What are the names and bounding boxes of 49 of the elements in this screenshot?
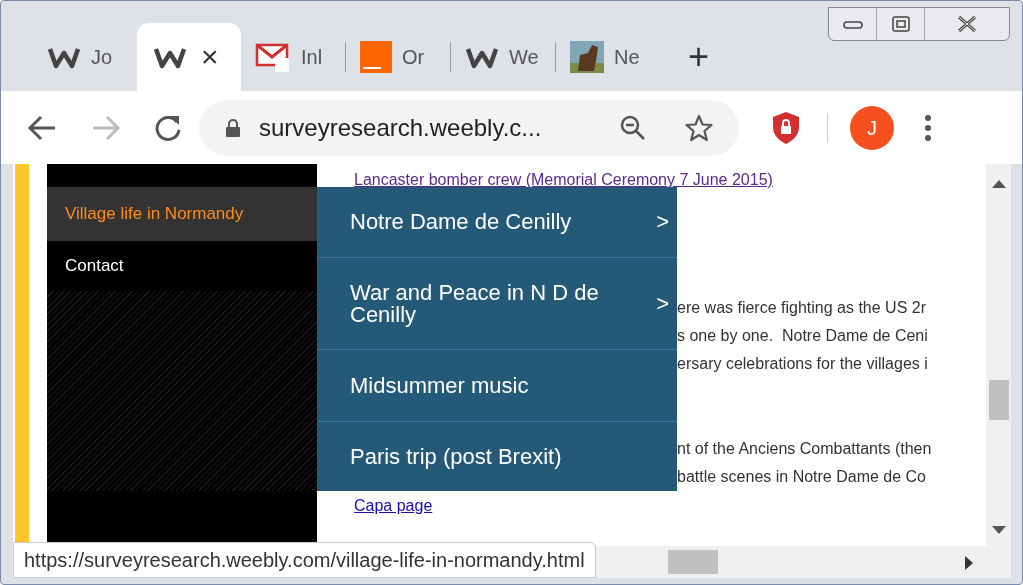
shield-icon[interactable]: [771, 110, 801, 145]
body-text: ere was fierce fighting as the US 2r: [677, 298, 927, 318]
w-logo-icon: [153, 45, 187, 69]
menu-item[interactable]: Notre Dame de Cenilly >: [317, 187, 677, 257]
browser-tab[interactable]: Inl: [241, 23, 345, 91]
close-icon: [956, 15, 978, 33]
browser-tab[interactable]: Ne: [556, 23, 660, 91]
browser-tab[interactable]: Jo: [33, 23, 137, 91]
menu-item[interactable]: War and Peace in N D de Cenilly >: [317, 257, 677, 349]
tab-title: We: [509, 45, 539, 70]
scroll-down-icon[interactable]: [991, 526, 1006, 534]
address-bar[interactable]: surveyresearch.weebly.c...: [199, 99, 739, 156]
dog-photo-icon: [570, 41, 604, 73]
body-text: s one by one. Notre Dame de Ceni: [677, 326, 928, 346]
minimize-icon: [842, 19, 863, 29]
zoom-out-icon[interactable]: [619, 113, 647, 142]
page-link[interactable]: Capa page: [354, 494, 433, 518]
status-tooltip: https://surveyresearch.weebly.com/village-life-in-normandy.html: [13, 542, 596, 578]
body-text: battle scenes in Notre Dame de Co: [677, 467, 927, 487]
tab-title: Jo: [91, 45, 113, 70]
tab-title: Inl: [301, 45, 323, 70]
menu-item[interactable]: Midsummer music: [317, 349, 677, 421]
browser-tab[interactable]: Or: [346, 23, 450, 91]
body-text: nt of the Anciens Combattants (then: [677, 439, 932, 459]
menu-item[interactable]: Paris trip (post Brexit): [317, 421, 677, 491]
star-icon[interactable]: [685, 113, 713, 142]
menu-icon[interactable]: [924, 113, 932, 142]
maximize-icon: [891, 16, 910, 32]
browser-tab[interactable]: ×: [137, 23, 241, 91]
sidebar-item[interactable]: Village life in Normandy: [47, 187, 317, 241]
browser-tab[interactable]: We: [451, 23, 555, 91]
new-tab-button[interactable]: +: [688, 39, 710, 75]
scroll-up-icon[interactable]: [991, 180, 1006, 188]
tab-title: Or: [402, 45, 425, 70]
close-icon[interactable]: ×: [201, 42, 219, 72]
scrollbar-thumb[interactable]: [668, 550, 718, 574]
body-text: ersary celebrations for the villages i: [677, 354, 928, 374]
submenu-arrow-icon: >: [656, 211, 669, 233]
w-logo-icon: [465, 45, 499, 69]
tab-title: Ne: [614, 45, 640, 70]
scrollbar-thumb[interactable]: [988, 380, 1009, 420]
submenu-arrow-icon: >: [656, 292, 669, 315]
w-logo-icon: [47, 45, 81, 69]
scroll-right-icon[interactable]: [965, 556, 973, 570]
sidebar-item[interactable]: Contact: [47, 241, 317, 291]
lock-icon: [225, 117, 241, 138]
mail-icon: [255, 42, 291, 72]
square-logo-icon: [360, 41, 392, 73]
address-text: surveyresearch.weebly.c...: [259, 112, 542, 143]
